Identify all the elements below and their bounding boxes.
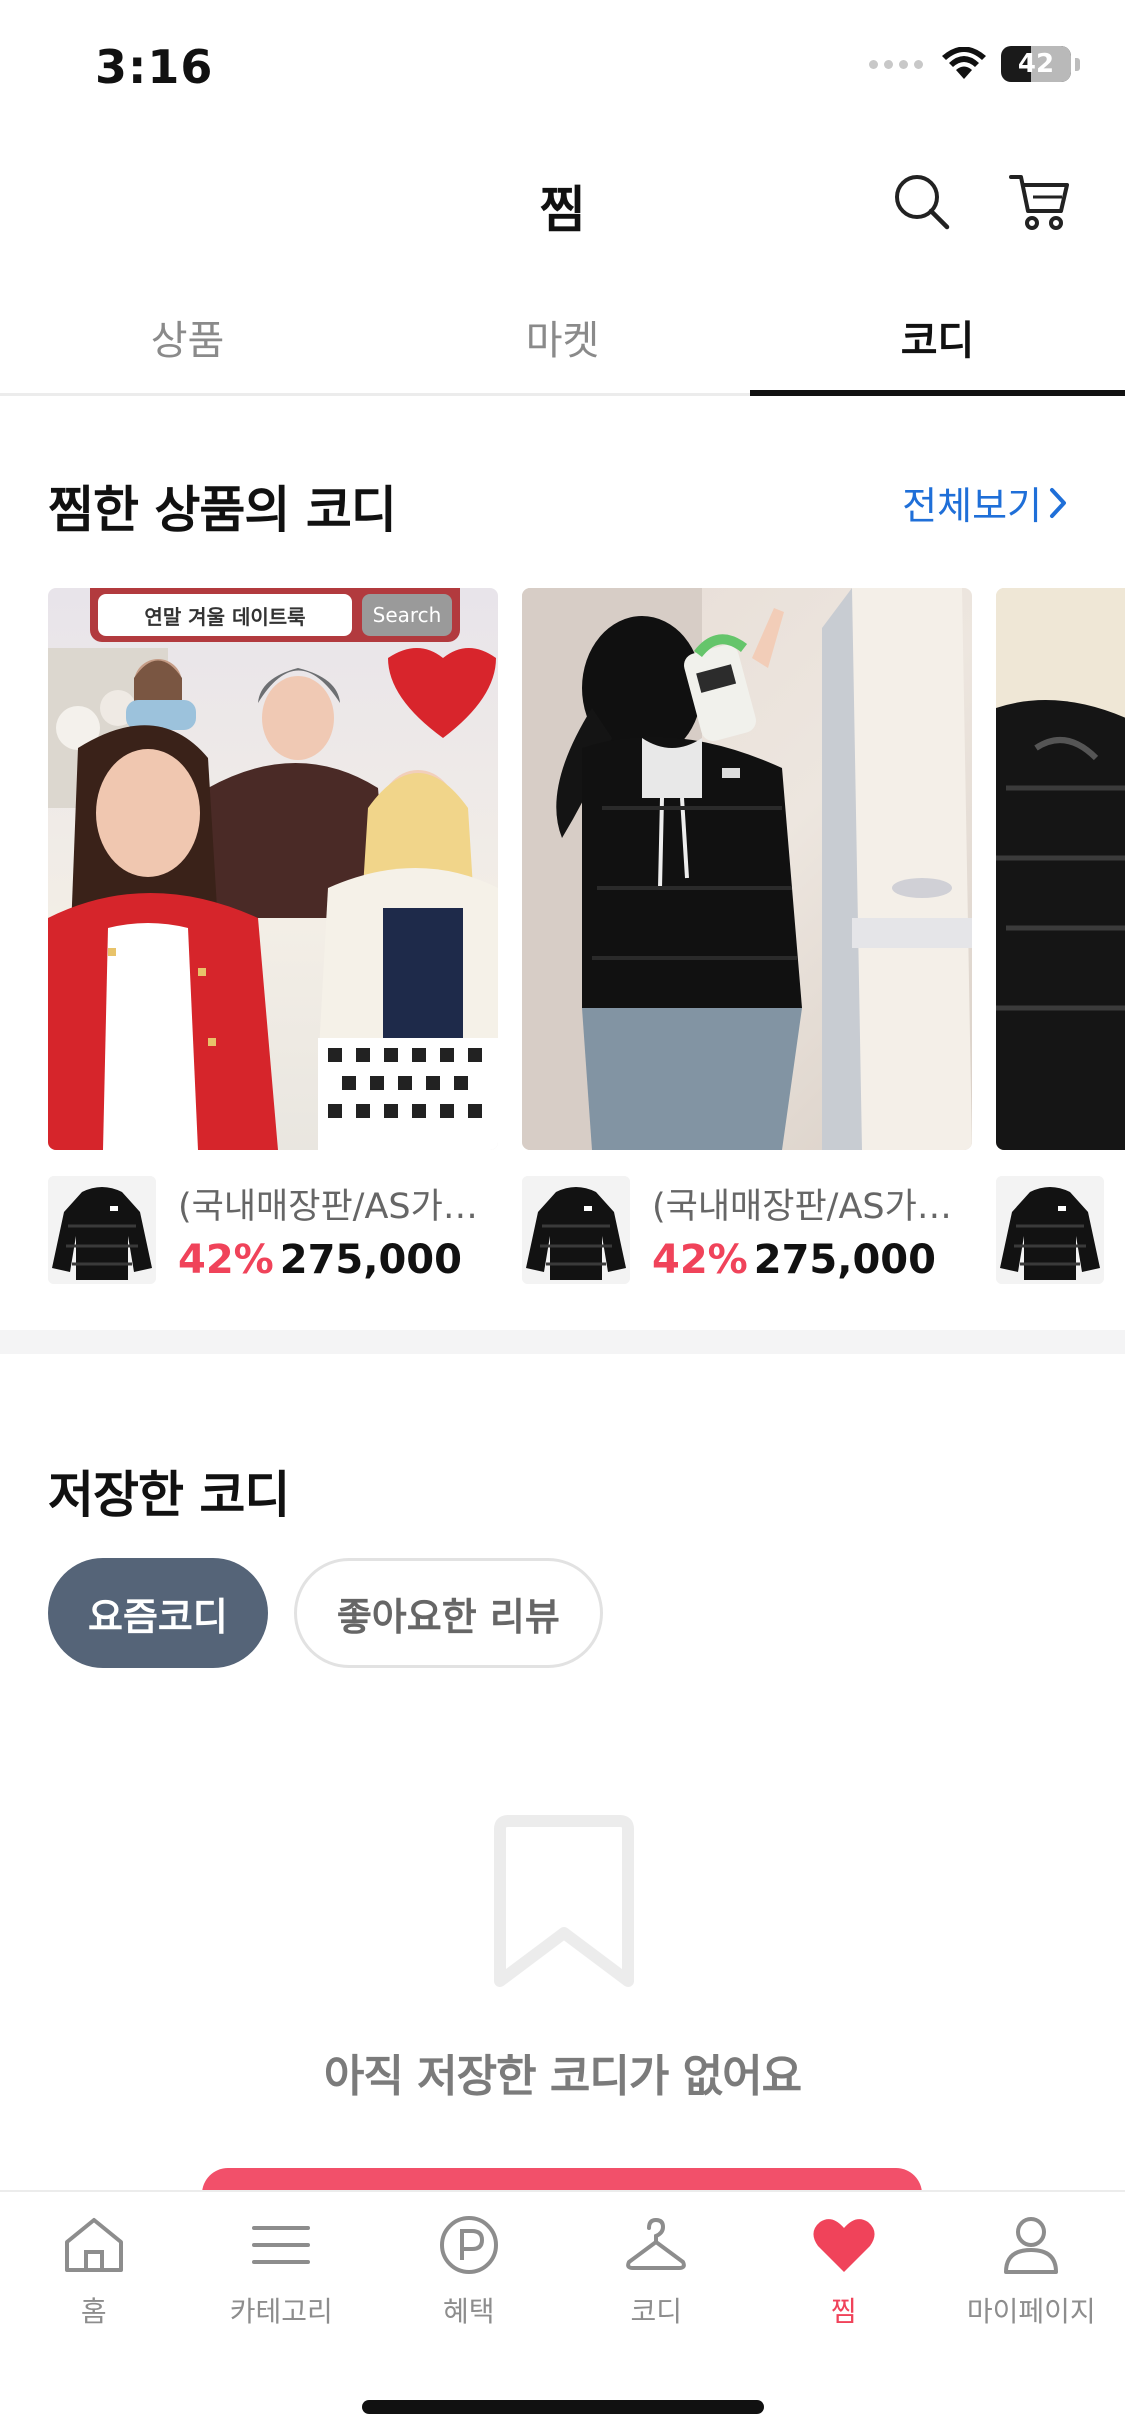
chevron-right-icon: [1050, 487, 1066, 518]
home-indicator[interactable]: [362, 2400, 764, 2414]
battery-icon: 42: [1001, 46, 1071, 82]
nav-wishlist[interactable]: 찜: [750, 2192, 938, 2362]
coordi-card[interactable]: [996, 588, 1125, 1284]
product-link[interactable]: [996, 1176, 1125, 1286]
user-icon: [1004, 2217, 1059, 2274]
discount-rate: 42%: [178, 1237, 274, 1283]
cellular-signal-icon: [869, 59, 923, 69]
coordi-photo[interactable]: [996, 588, 1125, 1150]
saved-coordi-title: 저장한 코디: [48, 1466, 290, 1524]
liked-coordi-title: 찜한 상품의 코디: [48, 481, 397, 539]
saved-coordi-filter: 요즘코디 좋아요한 리뷰: [48, 1558, 603, 1668]
nav-benefits[interactable]: 혜택: [375, 2192, 563, 2362]
see-all-label: 전체보기: [902, 484, 1042, 528]
puffer-jacket-image: [996, 1176, 1104, 1284]
nav-mypage-label: 마이페이지: [966, 2295, 1096, 2328]
chip-recent-coordi[interactable]: 요즘코디: [48, 1558, 268, 1668]
coordi-photo-illustration: [996, 588, 1125, 1150]
hanger-icon: [626, 2217, 687, 2270]
point-icon: [439, 2216, 498, 2274]
nav-mypage[interactable]: 마이페이지: [938, 2192, 1125, 2362]
tab-markets[interactable]: 마켓: [375, 280, 750, 393]
product-thumbnail: [996, 1176, 1104, 1284]
chip-liked-reviews[interactable]: 좋아요한 리뷰: [293, 1558, 603, 1668]
status-time: 3:16: [95, 40, 214, 94]
coordi-photo-illustration: [48, 648, 498, 1150]
product-link[interactable]: (국내매장판/AS가능... 42% 275,000: [522, 1176, 972, 1286]
product-name: (국내매장판/AS가능...: [652, 1187, 972, 1227]
tab-products[interactable]: 상품: [0, 280, 375, 393]
coordi-card[interactable]: 연말 겨울 데이트룩 Search (국내매장판/AS가능... 42% 275,…: [48, 588, 498, 1284]
tab-coordi[interactable]: 코디: [750, 280, 1125, 396]
header: 찜: [0, 140, 1125, 260]
heart-icon: [813, 2219, 875, 2272]
nav-category[interactable]: 카테고리: [188, 2192, 376, 2362]
battery-tip: [1075, 57, 1080, 71]
product-price: 275,000: [279, 1237, 462, 1283]
cart-button[interactable]: [1000, 162, 1080, 242]
search-button[interactable]: [882, 162, 962, 242]
search-banner-text: 연말 겨울 데이트룩: [98, 594, 352, 636]
search-icon: [895, 175, 950, 230]
product-thumbnail: [48, 1176, 156, 1284]
coordi-photo-illustration: [522, 588, 972, 1150]
search-banner: 연말 겨울 데이트룩 Search: [90, 588, 460, 642]
coordi-card[interactable]: (국내매장판/AS가능... 42% 275,000: [522, 588, 972, 1284]
product-name: (국내매장판/AS가능...: [178, 1187, 498, 1227]
battery-level: 42: [1017, 49, 1055, 79]
home-icon: [64, 2218, 123, 2272]
see-all-link[interactable]: 전체보기: [902, 475, 1070, 530]
nav-home[interactable]: 홈: [0, 2192, 188, 2362]
empty-state-message: 아직 저장한 코디가 없어요: [323, 2051, 802, 2102]
search-banner-button: Search: [362, 594, 452, 636]
status-icons: 42: [869, 46, 1080, 82]
nav-wishlist-label: 찜: [830, 2295, 857, 2328]
coordi-carousel[interactable]: 연말 겨울 데이트룩 Search (국내매장판/AS가능... 42% 275,…: [48, 588, 1125, 1288]
section-divider: [0, 1330, 1125, 1354]
wifi-icon: [942, 47, 986, 79]
menu-icon: [252, 2226, 311, 2264]
nav-category-label: 카테고리: [229, 2295, 333, 2328]
status-bar: 3:16 42: [0, 0, 1125, 130]
product-link[interactable]: (국내매장판/AS가능... 42% 275,000: [48, 1176, 498, 1286]
nav-benefits-label: 혜택: [442, 2295, 495, 2328]
product-price: 275,000: [753, 1237, 936, 1283]
coordi-photo[interactable]: 연말 겨울 데이트룩 Search: [48, 588, 498, 1150]
tab-bar: 상품 마켓 코디: [0, 280, 1125, 396]
nav-coordi[interactable]: 코디: [563, 2192, 751, 2362]
discount-rate: 42%: [652, 1237, 748, 1283]
puffer-jacket-image: [522, 1176, 630, 1284]
cart-icon: [1009, 175, 1069, 230]
nav-coordi-label: 코디: [630, 2295, 683, 2328]
bookmark-icon: [494, 1815, 634, 1987]
puffer-jacket-image: [48, 1176, 156, 1284]
coordi-photo[interactable]: [522, 588, 972, 1150]
product-thumbnail: [522, 1176, 630, 1284]
bottom-navigation: 홈 카테고리 혜택 코디 찜 마이페이지: [0, 2190, 1125, 2436]
nav-home-label: 홈: [80, 2295, 107, 2328]
